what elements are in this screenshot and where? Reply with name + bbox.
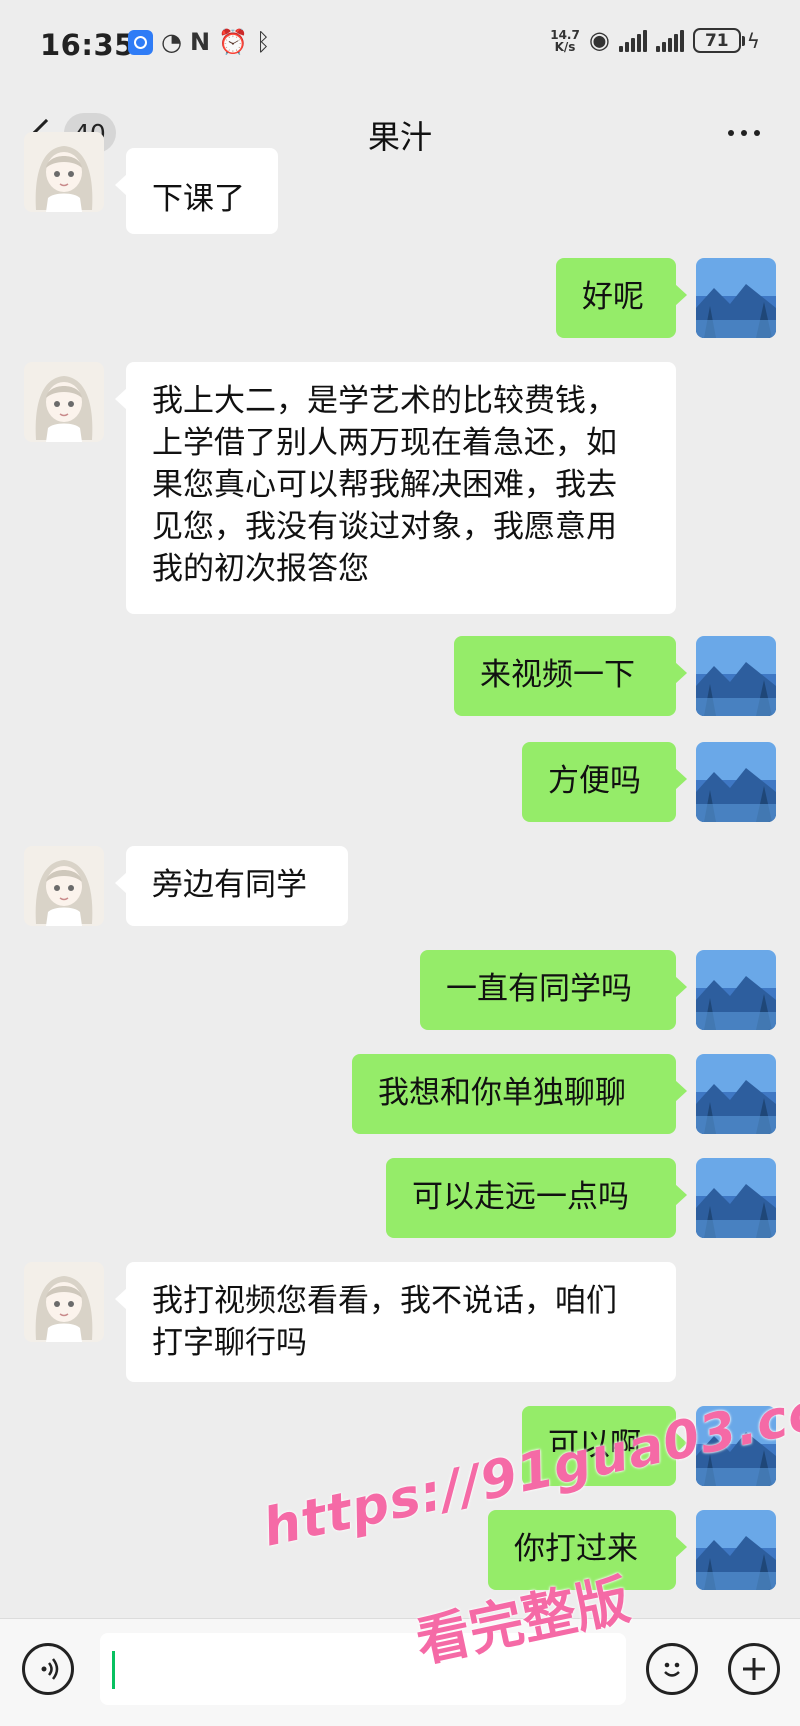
contact-avatar[interactable] [24,1262,104,1342]
app-notification-icon [128,30,153,55]
nfc-icon: N [189,28,211,56]
battery-level: 71 [692,28,741,53]
plus-icon [743,1658,765,1680]
message-bubble-incoming[interactable]: 我上大二，是学艺术的比较费钱， 上学借了别人两万现在着急还，如 果您真心可以帮我… [115,362,676,614]
network-speed-unit: K/s [554,39,576,54]
my-avatar[interactable] [696,1510,776,1590]
message-bubble-outgoing[interactable]: 一直有同学吗 [420,950,687,1030]
alarm-icon: ⏰ [218,28,248,56]
emoji-icon [664,1662,680,1677]
signal-icon [618,29,647,52]
message-bubble-outgoing[interactable]: 我想和你单独聊聊 [352,1054,687,1134]
my-avatar[interactable] [696,1158,776,1238]
chat-title: 果汁 [367,118,432,156]
status-time: 16:35 [40,28,135,62]
more-options-button[interactable] [728,130,760,136]
text-caret [112,1651,115,1689]
chat-header: 40 果汁 [0,92,800,178]
chat-screen: 16:35 ◔ N ⏰ ᛒ 14.7 K/s ◉ 71 ϟ 果汁 下课了 好呢 … [0,0,800,1726]
message-bubble-outgoing[interactable]: 好呢 [556,258,687,338]
status-bar: 16:35 ◔ N ⏰ ᛒ 14.7 K/s ◉ 71 ϟ [0,0,800,92]
status-left-icons: ◔ N ⏰ ᛒ [128,30,270,55]
message-bubble-incoming[interactable]: 我打视频您看看，我不说话，咱们 打字聊行吗 [115,1262,676,1382]
my-avatar[interactable] [696,950,776,1030]
my-avatar[interactable] [696,1406,776,1486]
contact-avatar[interactable] [24,132,104,212]
message-bubble-outgoing[interactable]: 可以走远一点吗 [386,1158,687,1238]
my-avatar[interactable] [696,1054,776,1134]
message-bubble-outgoing[interactable]: 来视频一下 [454,636,687,716]
contact-avatar[interactable] [24,846,104,926]
network-speed: 14.7 K/s [550,29,580,53]
emoji-button[interactable] [646,1643,698,1695]
plus-button[interactable] [728,1643,780,1695]
voice-icon [41,1658,59,1680]
bluetooth-icon: ᛒ [255,28,271,56]
message-bubble-incoming[interactable]: 旁边有同学 [115,846,348,926]
signal-icon-2 [655,29,684,52]
my-avatar[interactable] [696,742,776,822]
input-bar [0,1618,800,1726]
more-icon [728,130,734,136]
status-right-icons: 14.7 K/s ◉ 71 ϟ [550,28,760,53]
network-speed-value: 14.7 [550,27,580,42]
message-bubble-incoming[interactable]: 下课了 [115,148,278,234]
message-bubble-outgoing[interactable]: 你打过来 [488,1510,687,1590]
speed-gauge-icon: ◔ [161,28,182,56]
voice-button[interactable] [22,1643,74,1695]
my-avatar[interactable] [696,258,776,338]
hotspot-icon: ◉ [588,26,610,54]
message-bubble-outgoing[interactable]: 可以啊 [522,1406,687,1486]
battery-icon: 71 ϟ [692,28,760,53]
my-avatar[interactable] [696,636,776,716]
charging-icon: ϟ [746,28,760,53]
contact-avatar[interactable] [24,362,104,442]
message-bubble-outgoing[interactable]: 方便吗 [522,742,687,822]
message-input[interactable] [100,1633,626,1705]
